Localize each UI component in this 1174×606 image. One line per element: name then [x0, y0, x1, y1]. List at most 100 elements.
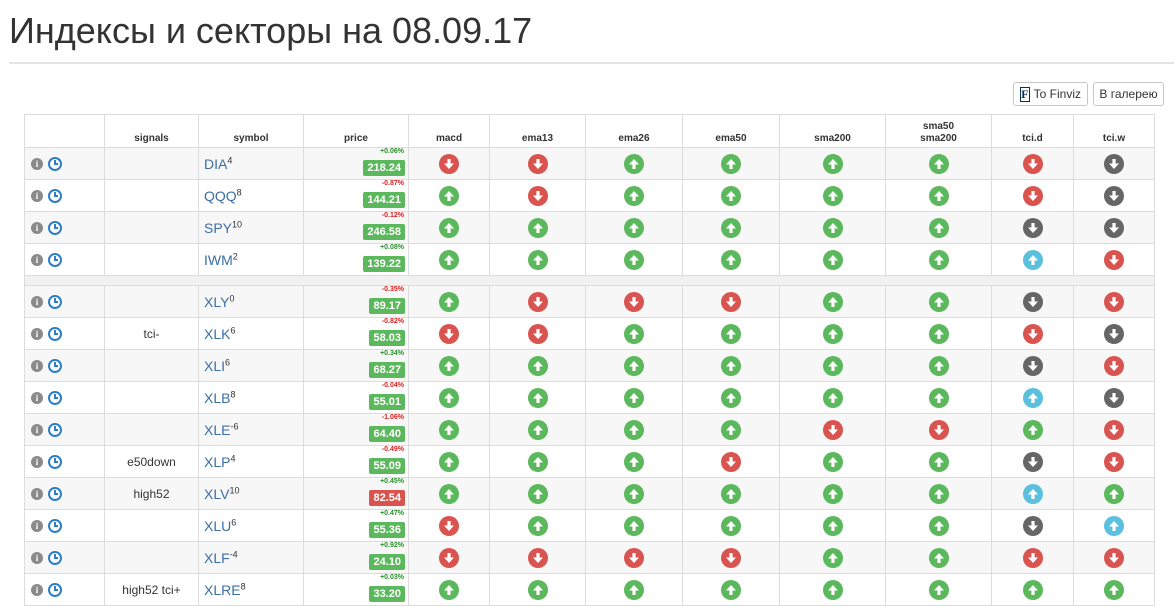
header-ema26[interactable]: ema26: [585, 114, 683, 148]
price-change: +0.06%: [380, 148, 404, 155]
info-icon[interactable]: i: [31, 157, 43, 170]
price-cell: -0.49% 55.09: [303, 445, 409, 478]
symbol-link[interactable]: XLI6: [204, 357, 230, 374]
symbol-text: XLRE: [204, 581, 241, 598]
symbol-link[interactable]: XLRE8: [204, 581, 246, 598]
up-arrow-icon: [928, 185, 949, 206]
clock-icon[interactable]: [48, 326, 62, 341]
info-icon[interactable]: i: [31, 295, 43, 308]
clock-icon[interactable]: [48, 156, 62, 171]
header-sma200[interactable]: sma200: [779, 114, 886, 148]
down-arrow-icon: [1104, 249, 1124, 270]
symbol-link[interactable]: XLE-6: [204, 421, 238, 438]
down-arrow-icon: [624, 547, 644, 568]
symbol-cell: IWM2: [198, 243, 304, 276]
price-value: 144.21: [363, 192, 405, 208]
up-arrow-icon: [928, 153, 949, 174]
actions-cell: i: [24, 243, 105, 276]
symbol-link[interactable]: XLF-4: [204, 549, 238, 566]
symbol-rank: 8: [240, 581, 246, 592]
info-icon[interactable]: i: [31, 253, 43, 266]
ema13-cell: [489, 477, 586, 510]
symbol-link[interactable]: DIA4: [204, 155, 232, 172]
up-arrow-icon: [721, 153, 741, 174]
ema13-cell: [489, 541, 586, 574]
header-price[interactable]: price: [303, 114, 409, 148]
clock-icon[interactable]: [48, 294, 62, 309]
tci-d-cell: [991, 445, 1074, 478]
info-icon[interactable]: i: [31, 455, 43, 468]
header-tci-d[interactable]: tci.d: [991, 114, 1074, 148]
up-arrow-icon: [527, 249, 548, 270]
info-icon[interactable]: i: [31, 423, 43, 436]
ema13-cell: [489, 349, 586, 382]
table-row: i XLI6 +0.34% 68.27: [24, 349, 1155, 382]
sma50-200-cell: [885, 349, 992, 382]
ema26-cell: [585, 541, 683, 574]
up-arrow-icon: [439, 579, 459, 600]
price-change: +0.34%: [380, 350, 404, 357]
info-icon[interactable]: i: [31, 551, 43, 564]
clock-icon[interactable]: [48, 518, 62, 533]
up-arrow-icon: [822, 185, 843, 206]
price-value: 55.09: [369, 458, 405, 474]
info-icon[interactable]: i: [31, 391, 43, 404]
info-icon[interactable]: i: [31, 327, 43, 340]
clock-icon[interactable]: [48, 188, 62, 203]
info-icon[interactable]: i: [31, 221, 43, 234]
header-tci-w[interactable]: tci.w: [1073, 114, 1155, 148]
symbol-rank: 10: [229, 485, 240, 496]
down-arrow-icon: [1104, 547, 1124, 568]
symbol-link[interactable]: XLK6: [204, 325, 235, 342]
tci-d-cell: [991, 349, 1074, 382]
table-row: i XLB8 -0.04% 55.01: [24, 381, 1155, 414]
to-finviz-button[interactable]: F To Finviz: [1013, 82, 1088, 106]
header-sma50-sma200[interactable]: sma50 sma200: [885, 114, 992, 148]
info-icon[interactable]: i: [31, 583, 43, 596]
sma50-200-cell: [885, 477, 992, 510]
signal-cell: [104, 413, 199, 446]
gallery-button[interactable]: В галерею: [1093, 82, 1164, 106]
price-cell: -0.12% 246.58: [303, 211, 409, 244]
header-ema13[interactable]: ema13: [489, 114, 586, 148]
header-macd[interactable]: macd: [408, 114, 490, 148]
info-icon[interactable]: i: [31, 487, 43, 500]
clock-icon[interactable]: [48, 550, 62, 565]
info-icon[interactable]: i: [31, 519, 43, 532]
symbol-rank: 10: [232, 219, 243, 230]
clock-icon[interactable]: [48, 358, 62, 373]
clock-icon[interactable]: [48, 454, 62, 469]
symbol-link[interactable]: IWM2: [204, 251, 238, 268]
ema50-cell: [682, 381, 780, 414]
header-signals[interactable]: signals: [104, 114, 199, 148]
macd-cell: [408, 211, 490, 244]
header-ema50[interactable]: ema50: [682, 114, 780, 148]
sma200-cell: [779, 285, 886, 318]
symbol-link[interactable]: XLB8: [204, 389, 235, 406]
clock-icon[interactable]: [48, 422, 62, 437]
clock-icon[interactable]: [48, 582, 62, 597]
up-arrow-icon: [1104, 579, 1124, 600]
ema13-cell: [489, 179, 586, 212]
symbol-link[interactable]: XLV10: [204, 485, 240, 502]
symbol-link[interactable]: SPY10: [204, 219, 243, 236]
symbol-rank: 2: [232, 251, 238, 262]
clock-icon[interactable]: [48, 390, 62, 405]
up-arrow-icon: [439, 419, 459, 440]
info-icon[interactable]: i: [31, 189, 43, 202]
symbol-link[interactable]: QQQ8: [204, 187, 242, 204]
symbol-link[interactable]: XLU6: [204, 517, 236, 534]
clock-icon[interactable]: [48, 252, 62, 267]
ema26-cell: [585, 349, 683, 382]
symbol-link[interactable]: XLP4: [204, 453, 235, 470]
down-arrow-icon: [1022, 153, 1043, 174]
clock-icon[interactable]: [48, 486, 62, 501]
tci-d-cell: [991, 477, 1074, 510]
clock-icon[interactable]: [48, 220, 62, 235]
info-icon[interactable]: i: [31, 359, 43, 372]
symbol-rank: 8: [236, 187, 242, 198]
tci-d-cell: [991, 285, 1074, 318]
header-symbol[interactable]: symbol: [198, 114, 304, 148]
sma50-200-cell: [885, 211, 992, 244]
symbol-link[interactable]: XLY0: [204, 293, 234, 310]
